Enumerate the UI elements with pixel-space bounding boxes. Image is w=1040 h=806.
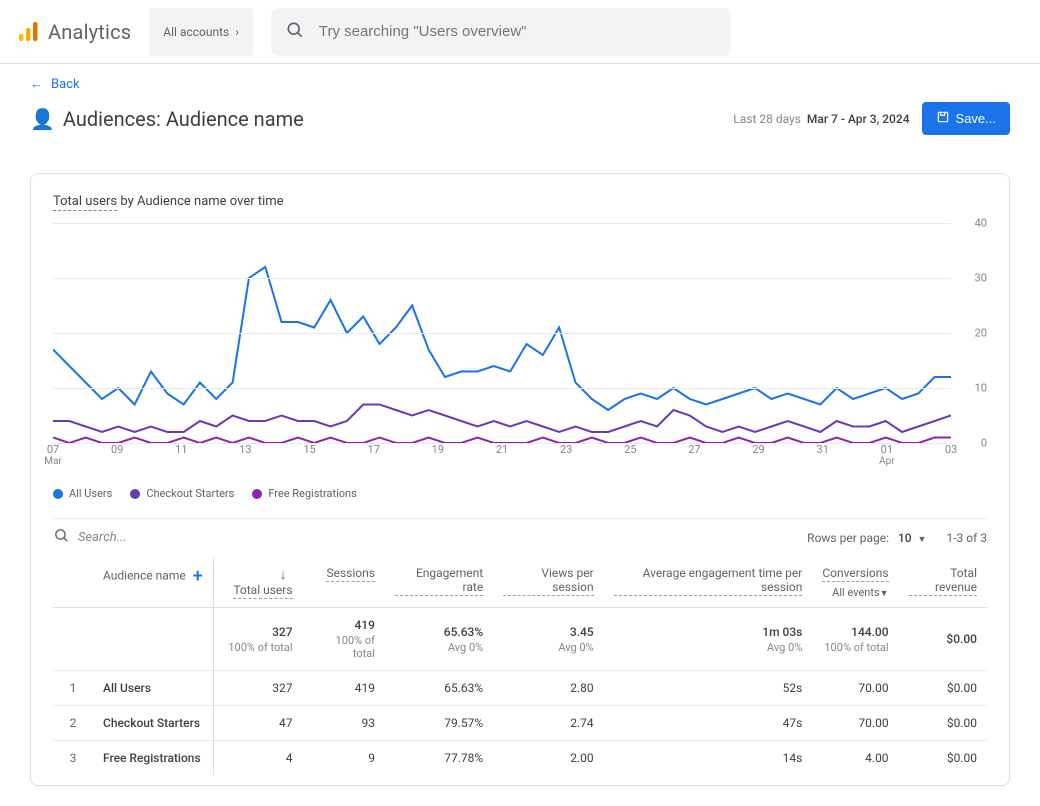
chart-title: Total users by Audience name over time: [53, 194, 987, 209]
page-title: Audiences: Audience name: [63, 107, 304, 131]
chart-gridline: [53, 223, 951, 224]
account-label: All accounts: [163, 25, 229, 39]
conversions-filter[interactable]: All events▼: [822, 586, 888, 599]
chart-x-tick: 11: [175, 443, 187, 456]
account-picker[interactable]: All accounts ›: [149, 8, 253, 56]
product-name: Analytics: [48, 20, 131, 44]
chart-series-line: [53, 405, 951, 433]
legend-item[interactable]: Free Registrations: [252, 487, 357, 500]
legend-item[interactable]: All Users: [53, 487, 112, 500]
chart-y-tick: 10: [975, 382, 987, 395]
chart-x-tick: 31: [817, 443, 829, 456]
table-row[interactable]: 2 Checkout Starters 47 93 79.57% 2.74 47…: [53, 706, 987, 741]
col-engagement-rate[interactable]: Engagement rate: [385, 558, 493, 608]
chart-gridline: [53, 278, 951, 279]
col-index: [53, 558, 93, 608]
data-table: Audience name + ↓ Total users Sessions E…: [53, 558, 987, 775]
chart-legend: All Users Checkout Starters Free Registrat…: [53, 473, 987, 510]
chart-x-tick: 19: [432, 443, 444, 456]
chart-x-tick: 29: [752, 443, 764, 456]
save-icon: [936, 110, 950, 127]
chart-x-tick: 21: [496, 443, 508, 456]
chart-x-tick: 07: [47, 443, 59, 456]
legend-swatch: [53, 489, 63, 499]
table-row[interactable]: 1 All Users 327 419 65.63% 2.80 52s 70.0…: [53, 671, 987, 706]
line-chart[interactable]: 010203040: [53, 223, 987, 443]
chart-x-tick: 17: [368, 443, 380, 456]
back-button[interactable]: ← Back: [30, 76, 80, 92]
chart-gridline: [53, 333, 951, 334]
col-audience-name[interactable]: Audience name +: [93, 558, 213, 608]
table-search[interactable]: Search...: [53, 527, 127, 548]
chart-x-tick: 13: [239, 443, 251, 456]
table-row[interactable]: 3 Free Registrations 4 9 77.78% 2.00 14s…: [53, 741, 987, 776]
search-icon: [285, 20, 305, 44]
col-total-revenue[interactable]: Total revenue: [899, 558, 987, 608]
col-sessions[interactable]: Sessions: [303, 558, 385, 608]
legend-swatch: [252, 489, 262, 499]
chevron-right-icon: ›: [235, 25, 239, 39]
search-icon: [53, 527, 70, 548]
chart-gridline: [53, 388, 951, 389]
chart-x-tick: 23: [560, 443, 572, 456]
chart-y-tick: 40: [975, 217, 987, 230]
date-range-picker[interactable]: Last 28 days Mar 7 - Apr 3, 2024: [733, 112, 909, 126]
arrow-left-icon: ←: [30, 76, 43, 92]
search-input[interactable]: [319, 23, 717, 40]
add-dimension-icon[interactable]: +: [193, 566, 203, 587]
report-card: Total users by Audience name over time 0…: [30, 173, 1010, 786]
col-views-per-session[interactable]: Views per session: [493, 558, 603, 608]
col-avg-engagement[interactable]: Average engagement time per session: [604, 558, 813, 608]
analytics-logo-icon: [16, 20, 40, 44]
chart-x-sublabel: Mar: [44, 456, 62, 467]
chart-x-tick: 15: [303, 443, 315, 456]
chart-y-tick: 0: [981, 437, 987, 450]
chart-x-sublabel: Apr: [879, 456, 895, 467]
chart-y-tick: 20: [975, 327, 987, 340]
chart-x-tick: 25: [624, 443, 636, 456]
legend-item[interactable]: Checkout Starters: [130, 487, 234, 500]
rows-per-page[interactable]: Rows per page: 10 ▼: [807, 531, 926, 545]
chart-x-tick: 01: [881, 443, 893, 456]
sort-desc-icon: ↓: [280, 567, 287, 583]
search-bar[interactable]: [271, 8, 731, 56]
totals-row: 327100% of total 419100% of total 65.63%…: [53, 608, 987, 671]
chart-x-tick: 27: [688, 443, 700, 456]
chart-y-tick: 30: [975, 272, 987, 285]
chevron-down-icon: ▼: [918, 535, 927, 545]
chart-x-tick: 03: [945, 443, 957, 456]
chevron-down-icon: ▼: [880, 589, 889, 599]
person-icon: 👤: [30, 107, 55, 131]
product-logo[interactable]: Analytics: [16, 20, 131, 44]
save-button[interactable]: Save...: [922, 102, 1010, 135]
legend-swatch: [130, 489, 140, 499]
back-label: Back: [51, 77, 80, 92]
pagination-range: 1-3 of 3: [946, 531, 987, 545]
col-total-users[interactable]: ↓ Total users: [213, 558, 302, 608]
col-conversions[interactable]: Conversions All events▼: [812, 558, 898, 608]
chart-x-tick: 09: [111, 443, 123, 456]
